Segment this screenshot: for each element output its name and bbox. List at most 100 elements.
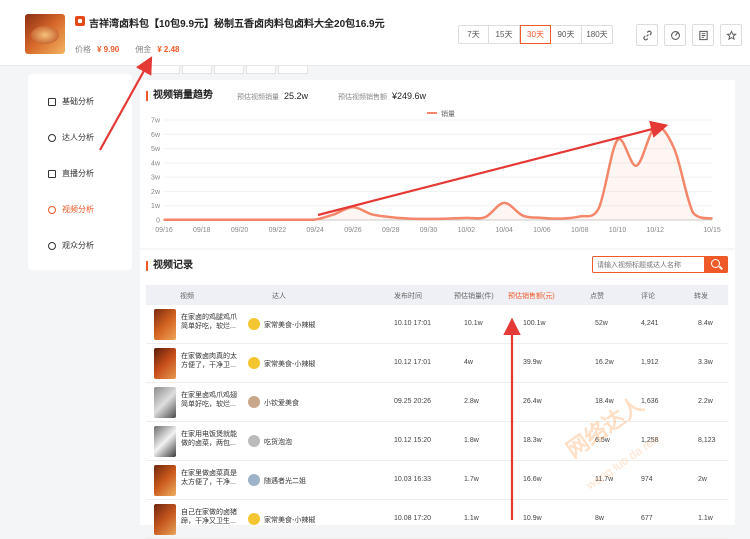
shop-icon: [75, 16, 85, 26]
cell-likes: 8w: [595, 515, 604, 522]
video-thumbnail[interactable]: [154, 348, 176, 379]
video-title[interactable]: 在家里做卤菜真是太方便了，干净...: [181, 469, 237, 487]
x-tick-label: 09/20: [231, 227, 249, 234]
data-point[interactable]: [541, 217, 543, 219]
table-row[interactable]: 在家做卤肉真的太方便了，干净卫... 家常美食-小辣椒 10.12 17:01 4w 3…: [146, 344, 728, 383]
data-point[interactable]: [371, 213, 373, 216]
creator-name[interactable]: 随遇者光二姐: [264, 476, 306, 486]
data-point[interactable]: [673, 147, 676, 150]
data-point[interactable]: [163, 218, 165, 221]
creator-name[interactable]: 家常美食-小辣椒: [264, 359, 315, 369]
data-point[interactable]: [219, 218, 222, 221]
sidebar-item[interactable]: 基础分析: [48, 96, 94, 107]
cell-comments: 677: [641, 515, 653, 522]
data-point[interactable]: [427, 218, 430, 220]
video-thumbnail[interactable]: [154, 309, 176, 340]
cell-shares: 1.1w: [698, 515, 713, 522]
subtab[interactable]: [278, 66, 308, 74]
user-icon: [48, 133, 56, 142]
avatar[interactable]: [248, 435, 260, 447]
data-point[interactable]: [314, 218, 316, 221]
column-header[interactable]: 预估销售额(元): [508, 291, 555, 301]
audience-icon: [48, 241, 56, 250]
table-row[interactable]: 在家卤的鸡腿鸡爪简单好吃，软烂... 家常美食-小辣椒 10.10 17:01 10.…: [146, 305, 728, 344]
product-thumbnail[interactable]: [25, 14, 65, 54]
data-point[interactable]: [276, 218, 279, 221]
data-point[interactable]: [200, 218, 203, 221]
video-title[interactable]: 在家里卤鸡爪鸡翅简单好吃，软烂...: [181, 391, 237, 409]
date-range-button[interactable]: 30天: [520, 25, 551, 44]
data-point[interactable]: [182, 218, 184, 221]
creator-name[interactable]: 家常美食-小辣椒: [264, 515, 315, 525]
data-point[interactable]: [257, 218, 260, 221]
video-thumbnail[interactable]: [154, 426, 176, 457]
creator-name[interactable]: 家常美食-小辣椒: [264, 320, 315, 330]
table-row[interactable]: 在家里做卤菜真是太方便了，干净... 随遇者光二姐 10.03 16:33 1.7w 1…: [146, 461, 728, 500]
x-tick-label: 09/28: [382, 227, 400, 234]
column-header[interactable]: 发布时间: [394, 291, 422, 301]
date-range-button[interactable]: 15天: [489, 25, 520, 44]
data-point[interactable]: [522, 214, 524, 217]
sidebar-item[interactable]: 观众分析: [48, 240, 94, 251]
video-title[interactable]: 在家做卤肉真的太方便了，干净卫...: [181, 352, 237, 370]
data-point[interactable]: [465, 217, 468, 219]
data-point[interactable]: [238, 218, 241, 221]
sidebar-item[interactable]: 达人分析: [48, 132, 94, 143]
video-thumbnail[interactable]: [154, 504, 176, 535]
avatar[interactable]: [248, 474, 260, 486]
search-input[interactable]: [597, 259, 703, 271]
data-point[interactable]: [711, 217, 713, 220]
avatar[interactable]: [248, 396, 260, 408]
y-tick-label: 7w: [151, 118, 161, 125]
avatar[interactable]: [248, 318, 260, 330]
data-point[interactable]: [578, 215, 581, 218]
data-point[interactable]: [654, 126, 657, 128]
product-title[interactable]: 吉祥湾卤料包【10包9.9元】秘制五香卤肉料包卤料大全20包16.9元: [89, 15, 385, 30]
data-point[interactable]: [692, 212, 694, 214]
column-header[interactable]: 点赞: [590, 291, 604, 301]
data-point[interactable]: [295, 218, 298, 221]
video-title[interactable]: 自己在家做的卤猪蹄，干净又卫生...: [181, 508, 237, 526]
qrcode-icon[interactable]: [692, 24, 714, 46]
subtab[interactable]: [214, 66, 244, 74]
search-button[interactable]: [704, 256, 728, 273]
data-point[interactable]: [616, 139, 619, 141]
share-icon[interactable]: [664, 24, 686, 46]
avatar[interactable]: [248, 513, 260, 525]
avatar[interactable]: [248, 357, 260, 369]
data-point[interactable]: [503, 202, 505, 204]
subtab[interactable]: [182, 66, 212, 74]
video-title[interactable]: 在家用电饭煲就能做的卤菜，两包...: [181, 430, 237, 448]
column-header[interactable]: 预估销量(件): [454, 291, 494, 301]
table-row[interactable]: 自己在家做的卤猪蹄，干净又卫生... 家常美食-小辣椒 10.08 17:20 1.1…: [146, 500, 728, 539]
cell-time: 10.12 15:20: [394, 437, 431, 444]
data-point[interactable]: [635, 164, 638, 167]
data-point[interactable]: [389, 216, 392, 218]
video-thumbnail[interactable]: [154, 387, 176, 418]
y-tick-label: 1w: [151, 203, 161, 210]
date-range-button[interactable]: 90天: [551, 25, 582, 44]
column-header[interactable]: 评论: [641, 291, 655, 301]
date-range-button[interactable]: 7天: [458, 25, 489, 44]
data-point[interactable]: [484, 216, 487, 218]
data-point[interactable]: [560, 217, 562, 220]
data-point[interactable]: [408, 217, 411, 220]
data-point[interactable]: [333, 213, 335, 216]
sidebar-item[interactable]: 直播分析: [48, 168, 94, 179]
creator-name[interactable]: 小钦爱美食: [264, 398, 299, 408]
data-point[interactable]: [352, 206, 354, 208]
sidebar-item[interactable]: 视频分析: [48, 204, 94, 215]
cell-shares: 2.2w: [698, 398, 713, 405]
video-title[interactable]: 在家卤的鸡腿鸡爪简单好吃，软烂...: [181, 313, 237, 331]
data-point[interactable]: [446, 217, 449, 220]
favorite-icon[interactable]: [720, 24, 742, 46]
chart-icon: [48, 97, 56, 106]
video-thumbnail[interactable]: [154, 465, 176, 496]
creator-name[interactable]: 吃货泡泡: [264, 437, 292, 447]
link-icon[interactable]: [636, 24, 658, 46]
subtab[interactable]: [246, 66, 276, 74]
data-point[interactable]: [597, 207, 600, 210]
date-range-button[interactable]: 180天: [582, 25, 613, 44]
subtab[interactable]: [150, 66, 180, 74]
column-header[interactable]: 转发: [694, 291, 708, 301]
